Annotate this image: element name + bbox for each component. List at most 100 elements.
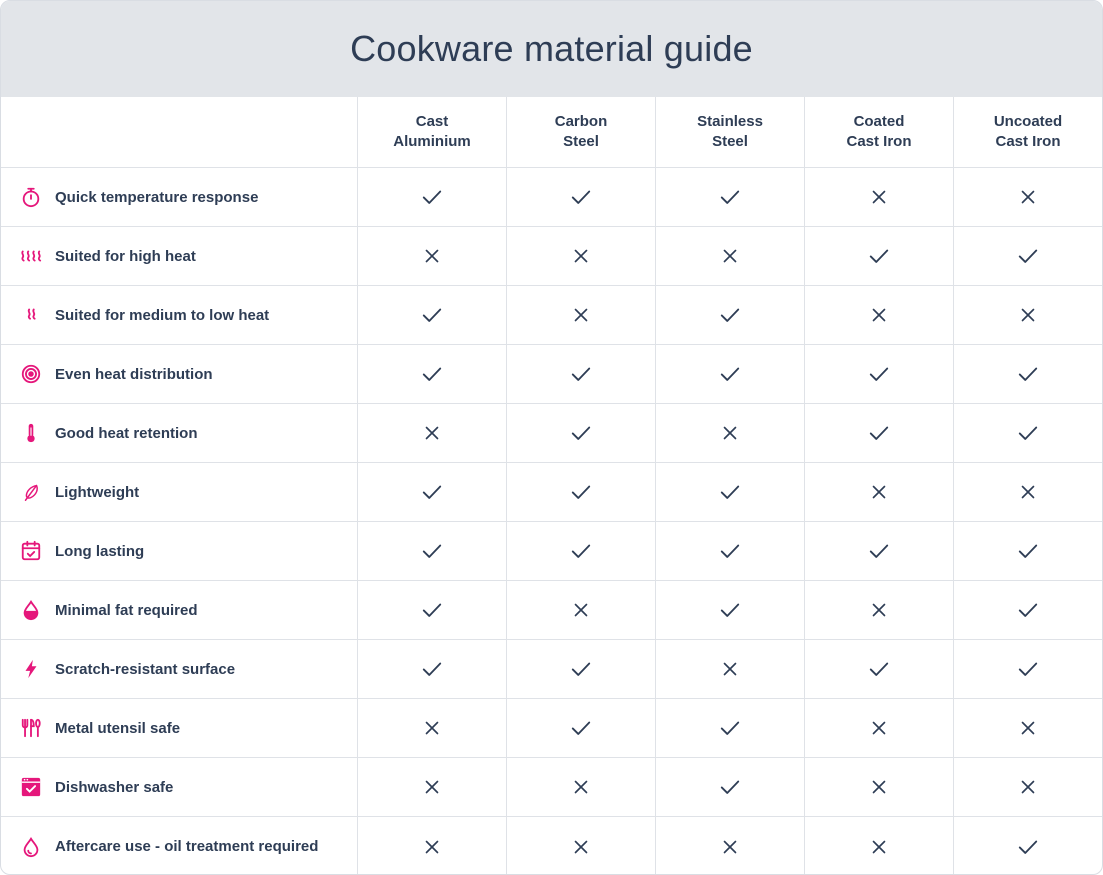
feature-label: Good heat retention (55, 424, 198, 442)
dishwasher-icon (19, 775, 43, 799)
check-icon (421, 304, 443, 326)
check-icon (719, 481, 741, 503)
value-cell (954, 227, 1102, 286)
value-cell (954, 817, 1102, 874)
value-cell (954, 522, 1102, 581)
value-cell (954, 699, 1102, 758)
value-cell (507, 581, 656, 640)
feature-label: Lightweight (55, 483, 140, 501)
check-icon (719, 717, 741, 739)
value-cell (954, 168, 1102, 227)
cross-icon (868, 776, 890, 798)
check-icon (570, 481, 592, 503)
value-cell (358, 640, 507, 699)
value-cell (954, 404, 1102, 463)
feature-cell: Dishwasher safe (1, 758, 358, 817)
column-header: Cast Aluminium (358, 97, 507, 168)
check-icon (868, 245, 890, 267)
feature-label: Even heat distribution (55, 365, 213, 383)
feature-cell: Quick temperature response (1, 168, 358, 227)
stopwatch-icon (19, 185, 43, 209)
value-cell (507, 286, 656, 345)
target-icon (19, 362, 43, 386)
feature-label: Suited for high heat (55, 247, 196, 265)
check-icon (421, 658, 443, 680)
cross-icon (570, 304, 592, 326)
value-cell (805, 286, 954, 345)
value-cell (656, 345, 805, 404)
value-cell (507, 699, 656, 758)
value-cell (954, 640, 1102, 699)
utensils-icon (19, 716, 43, 740)
value-cell (656, 699, 805, 758)
value-cell (358, 581, 507, 640)
check-icon (570, 540, 592, 562)
value-cell (805, 817, 954, 874)
value-cell (805, 227, 954, 286)
check-icon (570, 717, 592, 739)
feature-cell: Lightweight (1, 463, 358, 522)
column-header: Coated Cast Iron (805, 97, 954, 168)
value-cell (507, 404, 656, 463)
value-cell (805, 581, 954, 640)
title-bar: Cookware material guide (1, 1, 1102, 97)
cross-icon (868, 481, 890, 503)
check-icon (421, 540, 443, 562)
feature-cell: Long lasting (1, 522, 358, 581)
check-icon (719, 540, 741, 562)
check-icon (1017, 245, 1039, 267)
value-cell (656, 522, 805, 581)
feature-cell: Good heat retention (1, 404, 358, 463)
value-cell (507, 522, 656, 581)
check-icon (1017, 836, 1039, 858)
feature-cell: Aftercare use - oil treatment required (1, 817, 358, 874)
cross-icon (1017, 717, 1039, 739)
column-header: Uncoated Cast Iron (954, 97, 1102, 168)
value-cell (805, 758, 954, 817)
value-cell (507, 463, 656, 522)
check-icon (868, 658, 890, 680)
feature-cell: Scratch-resistant surface (1, 640, 358, 699)
value-cell (954, 463, 1102, 522)
cross-icon (570, 599, 592, 621)
check-icon (421, 481, 443, 503)
cross-icon (719, 658, 741, 680)
check-icon (868, 363, 890, 385)
feature-cell: Minimal fat required (1, 581, 358, 640)
value-cell (656, 581, 805, 640)
header-corner-cell (1, 97, 358, 168)
value-cell (358, 817, 507, 874)
check-icon (421, 599, 443, 621)
check-icon (570, 186, 592, 208)
check-icon (421, 186, 443, 208)
cross-icon (868, 836, 890, 858)
feature-label: Long lasting (55, 542, 145, 560)
value-cell (358, 522, 507, 581)
value-cell (954, 581, 1102, 640)
value-cell (507, 168, 656, 227)
high-heat-icon (19, 244, 43, 268)
cross-icon (868, 599, 890, 621)
lightning-icon (19, 657, 43, 681)
value-cell (358, 286, 507, 345)
cross-icon (570, 836, 592, 858)
cross-icon (421, 422, 443, 444)
value-cell (805, 168, 954, 227)
value-cell (805, 404, 954, 463)
cross-icon (570, 245, 592, 267)
check-icon (719, 776, 741, 798)
feature-label: Aftercare use - oil treatment required (55, 838, 319, 855)
check-icon (868, 540, 890, 562)
cross-icon (868, 186, 890, 208)
value-cell (656, 404, 805, 463)
value-cell (656, 817, 805, 874)
cross-icon (719, 422, 741, 444)
check-icon (570, 363, 592, 385)
oil-drop-icon (19, 598, 43, 622)
check-icon (1017, 363, 1039, 385)
value-cell (507, 758, 656, 817)
feature-label: Metal utensil safe (55, 719, 181, 737)
cross-icon (570, 776, 592, 798)
check-icon (1017, 540, 1039, 562)
check-icon (719, 186, 741, 208)
